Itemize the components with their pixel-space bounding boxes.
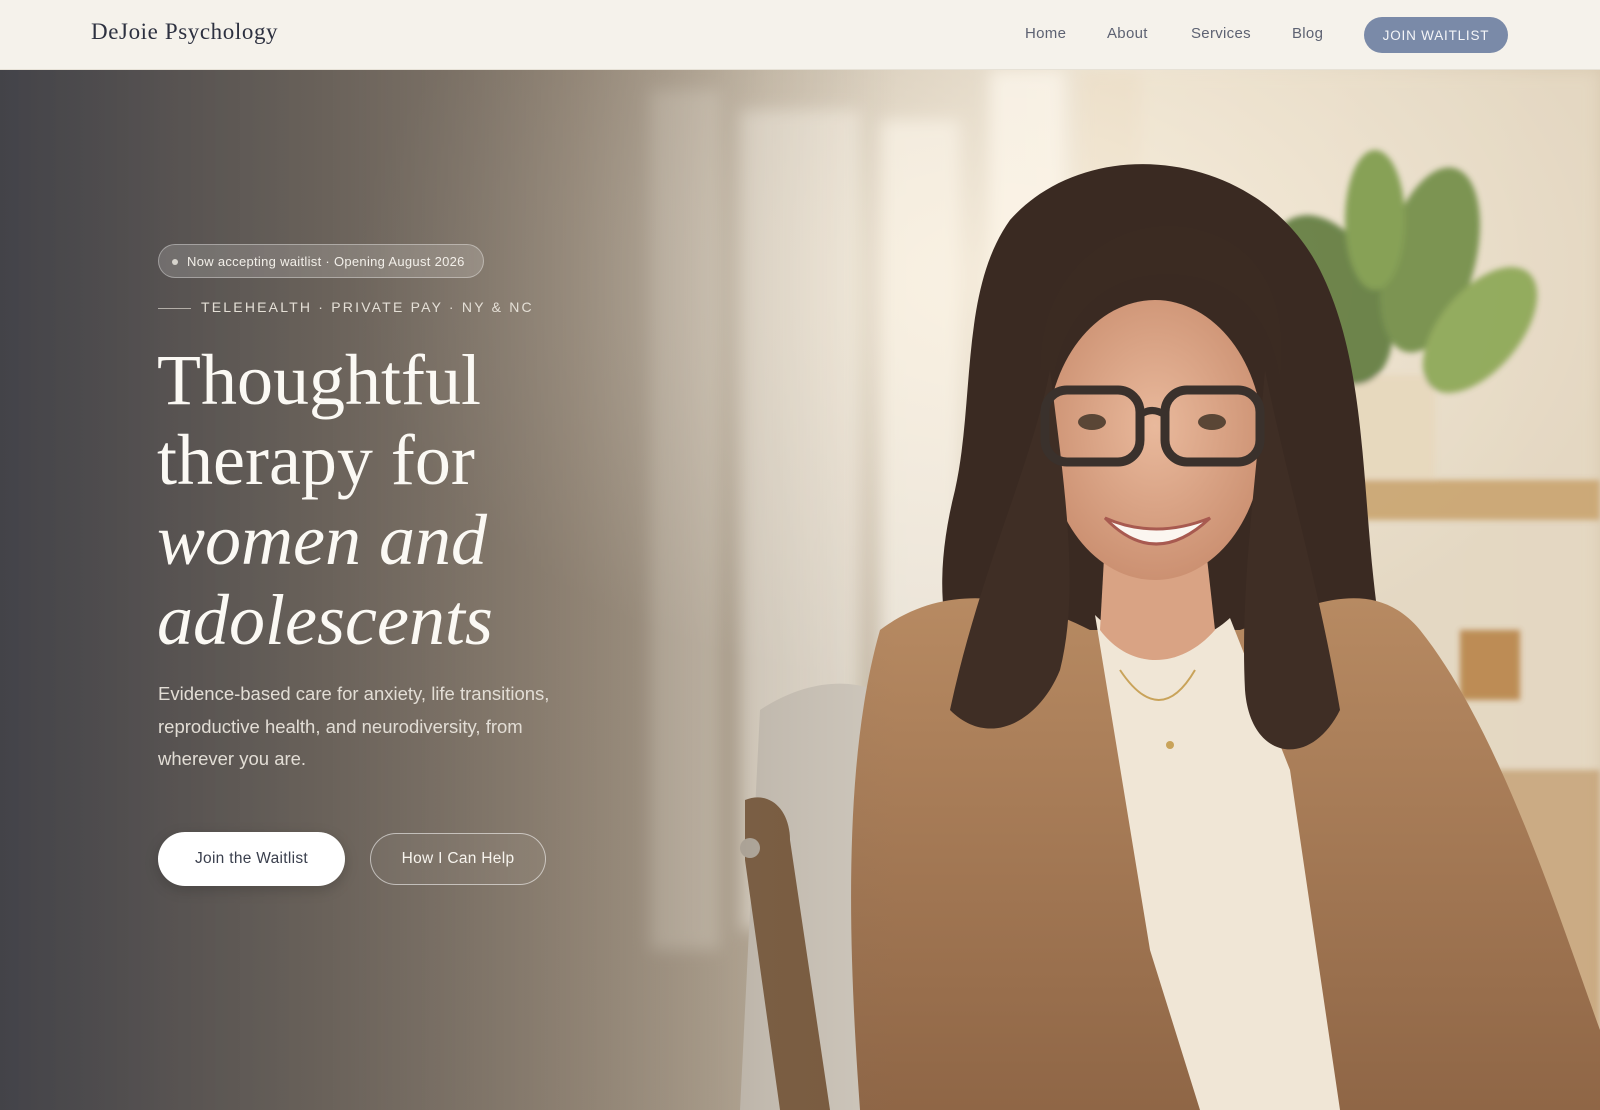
hero-section: Now accepting waitlist · Opening August … xyxy=(0,70,1600,1110)
how-i-can-help-button[interactable]: How I Can Help xyxy=(370,833,546,885)
site-logo[interactable]: DeJoie Psychology xyxy=(91,19,278,45)
nav-link-services[interactable]: Services xyxy=(1191,25,1251,42)
headline-line-1: Thoughtful xyxy=(157,340,481,420)
status-dot-icon xyxy=(172,259,178,265)
eyebrow-divider xyxy=(158,308,191,309)
hero-eyebrow: TELEHEALTH · PRIVATE PAY · NY & NC xyxy=(201,299,534,315)
join-waitlist-nav-button[interactable]: JOIN WAITLIST xyxy=(1364,17,1508,53)
waitlist-status-badge: Now accepting waitlist · Opening August … xyxy=(158,244,484,278)
nav-link-home[interactable]: Home xyxy=(1025,25,1066,42)
headline-line-4: adolescents xyxy=(157,580,493,660)
headline-line-2: therapy for xyxy=(157,420,475,500)
top-navigation: DeJoie Psychology Home About Services Bl… xyxy=(0,0,1600,70)
join-waitlist-button[interactable]: Join the Waitlist xyxy=(158,832,345,886)
nav-link-blog[interactable]: Blog xyxy=(1292,25,1323,42)
badge-text: Now accepting waitlist · Opening August … xyxy=(187,253,465,269)
nav-link-about[interactable]: About xyxy=(1107,25,1148,42)
hero-headline: Thoughtful therapy for women and adolesc… xyxy=(157,340,717,660)
hero-subtext: Evidence-based care for anxiety, life tr… xyxy=(158,683,550,769)
headline-line-3: women and xyxy=(157,500,487,580)
